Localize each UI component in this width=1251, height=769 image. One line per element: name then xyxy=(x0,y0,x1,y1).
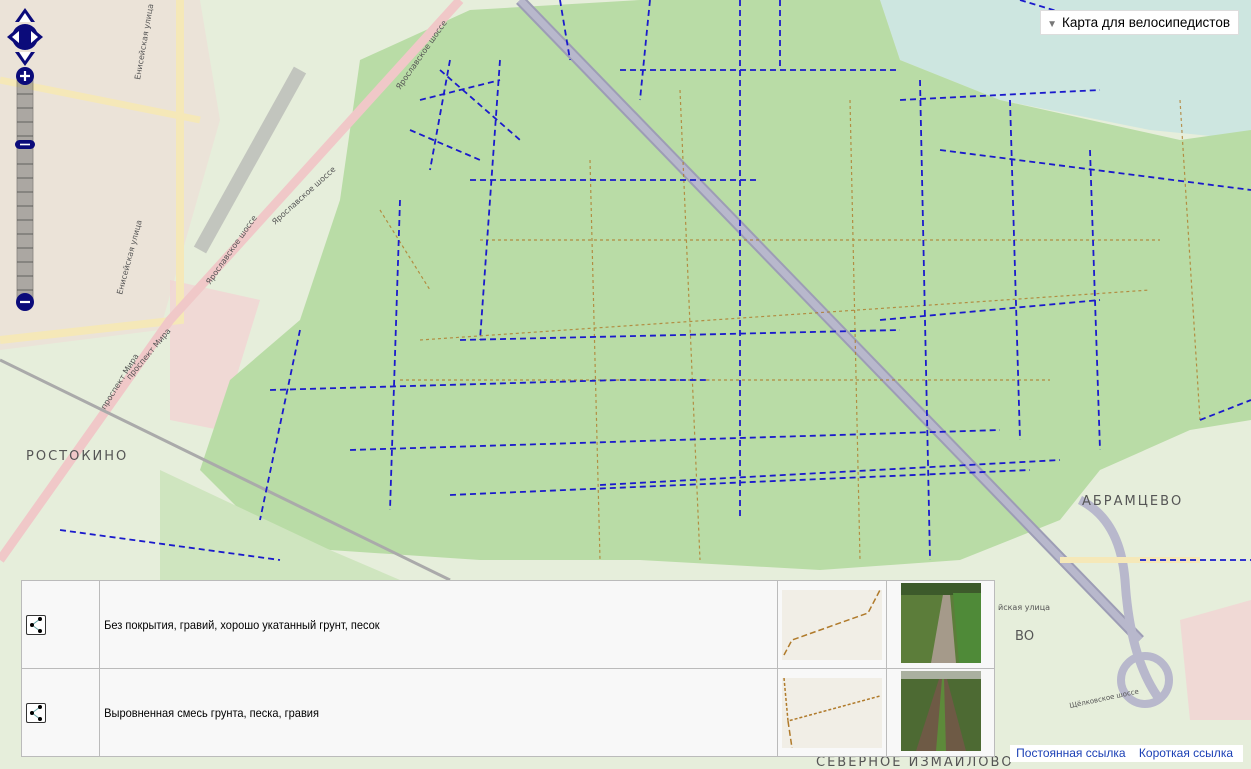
dropdown-triangle-icon: ▼ xyxy=(1047,19,1057,30)
map-label-rostokino: РОСТОКИНО xyxy=(26,449,128,464)
legend-photo xyxy=(900,671,981,751)
legend-photo xyxy=(900,583,981,663)
legend-row: Выровненная смесь грунта, песка, гравия xyxy=(21,668,995,757)
footer-links: Постоянная ссылка Короткая ссылка xyxy=(1010,745,1243,762)
layer-switcher-label: Карта для велосипедистов xyxy=(1062,15,1230,30)
legend-text: Без покрытия, гравий, хорошо укатанный г… xyxy=(99,580,724,669)
zoom-out-button[interactable] xyxy=(16,293,34,311)
shortlink-link[interactable]: Короткая ссылка xyxy=(1139,746,1233,760)
legend-swatch-dashed xyxy=(782,589,882,660)
share-nodes-icon[interactable] xyxy=(26,614,46,635)
legend-swatch-dotted xyxy=(782,677,882,748)
layer-switcher[interactable]: ▼ Карта для велосипедистов xyxy=(1040,10,1239,35)
map-label-vo: ВО xyxy=(1015,629,1034,644)
pan-arrows-icon[interactable] xyxy=(7,8,43,66)
zoom-slider[interactable] xyxy=(15,66,35,312)
legend-text: Выровненная смесь грунта, песка, гравия xyxy=(99,668,724,757)
map-label-abramtsevo: АБРАМЦЕВО xyxy=(1082,494,1183,509)
legend-table: Без покрытия, гравий, хорошо укатанный г… xyxy=(21,580,995,757)
zoom-slider-handle[interactable] xyxy=(15,140,35,149)
legend-row: Без покрытия, гравий, хорошо укатанный г… xyxy=(21,580,995,669)
map-label-street: йская улица xyxy=(998,603,1050,612)
zoom-in-button[interactable] xyxy=(16,67,34,85)
share-nodes-icon[interactable] xyxy=(26,702,46,723)
permalink-link[interactable]: Постоянная ссылка xyxy=(1016,746,1125,760)
